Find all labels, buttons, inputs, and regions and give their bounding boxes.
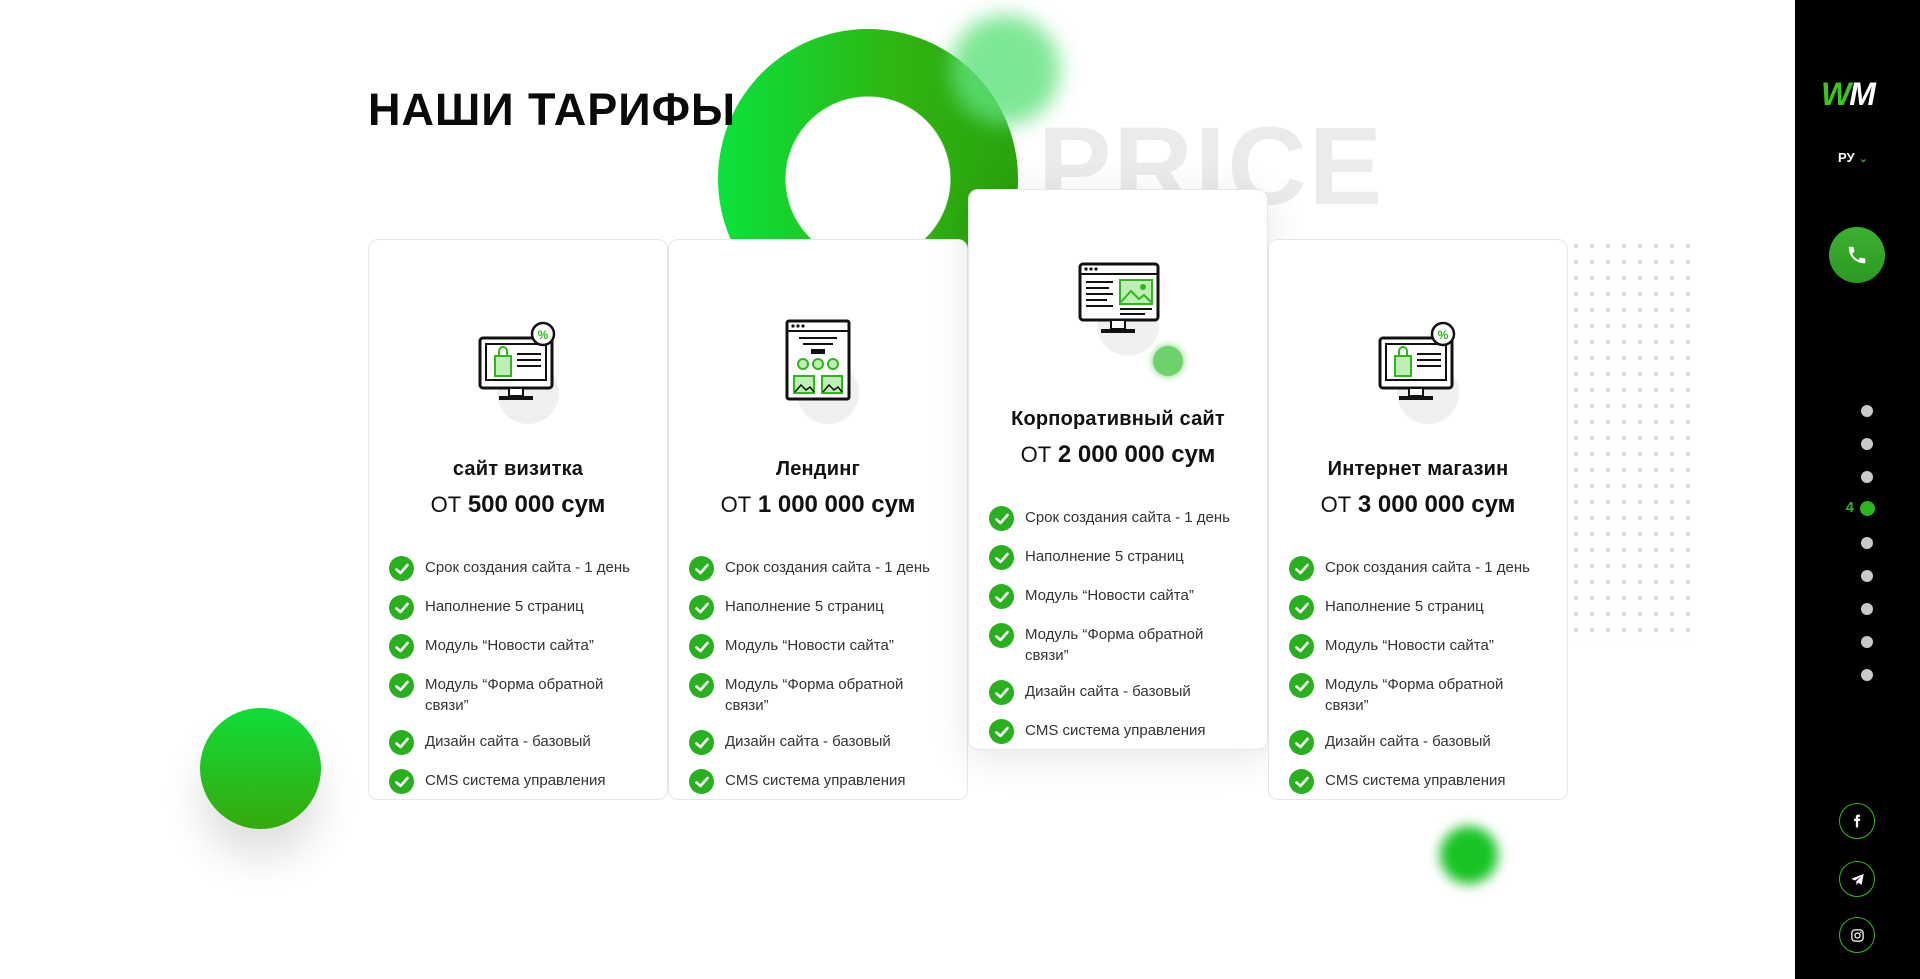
pager-dot-9[interactable]: [1861, 669, 1873, 681]
check-icon: [1289, 556, 1314, 581]
tariff-name: сайт визитка: [452, 458, 584, 480]
feature-item: CMS система управления: [989, 719, 1247, 744]
shop-monitor-icon: %: [1373, 318, 1463, 428]
check-icon: [1289, 769, 1314, 794]
tariff-price: ОТ 2 000 000 сум: [1020, 441, 1216, 468]
feature-item: Модуль “Форма обратной связи”: [989, 623, 1247, 666]
check-icon: [389, 634, 414, 659]
check-icon: [689, 769, 714, 794]
glow-dot-decoration: [1153, 346, 1183, 376]
feature-item: Модуль “Новости сайта”: [389, 634, 647, 659]
feature-list: Срок создания сайта - 1 день Наполнение …: [989, 506, 1247, 744]
check-icon: [689, 556, 714, 581]
check-icon: [1289, 730, 1314, 755]
feature-item: CMS система управления: [1289, 769, 1547, 794]
feature-item: Дизайн сайта - базовый: [389, 730, 647, 755]
feature-item: Срок создания сайта - 1 день: [389, 556, 647, 581]
landing-page-icon: [773, 318, 863, 428]
language-switcher[interactable]: РУ ⌄: [1838, 150, 1868, 165]
shop-monitor-icon: %: [473, 318, 563, 428]
feature-item: Модуль “Форма обратной связи”: [1289, 673, 1547, 716]
tariff-name: Лендинг: [775, 458, 861, 480]
pager-dot-8[interactable]: [1861, 636, 1873, 648]
chevron-down-icon: ⌄: [1858, 153, 1868, 165]
feature-item: Модуль “Новости сайта”: [1289, 634, 1547, 659]
pager-active-number: 4: [1845, 499, 1854, 516]
page-title: НАШИ ТАРИФЫ: [368, 84, 737, 135]
feature-item: Модуль “Форма обратной связи”: [689, 673, 947, 716]
check-icon: [389, 673, 414, 698]
pager-dot-3[interactable]: [1861, 471, 1873, 483]
right-sidebar: WM РУ ⌄ 4: [1795, 0, 1920, 979]
check-icon: [689, 634, 714, 659]
tariff-card-online-store: % Интернет магазин ОТ 3 000 000 сум Срок…: [1268, 239, 1568, 800]
tariff-card-landing: Лендинг ОТ 1 000 000 сум Срок создания с…: [668, 239, 968, 800]
pager-dot-1[interactable]: [1861, 405, 1873, 417]
feature-item: Дизайн сайта - базовый: [689, 730, 947, 755]
check-icon: [389, 730, 414, 755]
feature-list: Срок создания сайта - 1 день Наполнение …: [1289, 556, 1547, 794]
tariff-card-business-card: % сайт визитка ОТ 500 000 сум Срок созда…: [368, 239, 668, 800]
feature-item: CMS система управления: [689, 769, 947, 794]
tariff-name: Интернет магазин: [1327, 458, 1509, 480]
check-icon: [1289, 634, 1314, 659]
check-icon: [689, 673, 714, 698]
check-icon: [689, 730, 714, 755]
feature-item: Модуль “Форма обратной связи”: [389, 673, 647, 716]
pricing-section: PRICE НАШИ ТАРИФЫ % сайт визитка ОТ 500 …: [0, 0, 1920, 979]
check-icon: [989, 545, 1014, 570]
feature-item: CMS система управления: [389, 769, 647, 794]
check-icon: [989, 584, 1014, 609]
telegram-link[interactable]: [1839, 861, 1875, 897]
tariff-card-corporate: Корпоративный сайт ОТ 2 000 000 сум Срок…: [968, 189, 1268, 750]
check-icon: [989, 719, 1014, 744]
check-icon: [989, 623, 1014, 648]
feature-item: Наполнение 5 страниц: [689, 595, 947, 620]
facebook-icon: [1854, 814, 1861, 828]
tariff-price: ОТ 500 000 сум: [430, 491, 606, 518]
feature-item: Модуль “Новости сайта”: [989, 584, 1247, 609]
pager-dot-6[interactable]: [1861, 570, 1873, 582]
feature-item: Наполнение 5 страниц: [389, 595, 647, 620]
check-icon: [989, 506, 1014, 531]
check-icon: [1289, 595, 1314, 620]
instagram-link[interactable]: [1839, 917, 1875, 953]
dot-grid-decoration: [1568, 238, 1696, 644]
pager-dot-7[interactable]: [1861, 603, 1873, 615]
tariff-price: ОТ 1 000 000 сум: [720, 491, 916, 518]
phone-icon: [1848, 246, 1866, 264]
check-icon: [989, 680, 1014, 705]
phone-call-button[interactable]: [1829, 227, 1885, 283]
check-icon: [389, 595, 414, 620]
feature-item: Срок создания сайта - 1 день: [989, 506, 1247, 531]
blurred-dot-decoration: [1440, 826, 1498, 884]
feature-list: Срок создания сайта - 1 день Наполнение …: [689, 556, 947, 794]
check-icon: [389, 769, 414, 794]
feature-item: Дизайн сайта - базовый: [989, 680, 1247, 705]
tariff-name: Корпоративный сайт: [1011, 408, 1225, 430]
feature-item: Наполнение 5 страниц: [1289, 595, 1547, 620]
brand-logo[interactable]: WM: [1821, 76, 1876, 113]
feature-item: Модуль “Новости сайта”: [689, 634, 947, 659]
check-icon: [389, 556, 414, 581]
feature-item: Срок создания сайта - 1 день: [689, 556, 947, 581]
check-icon: [1289, 673, 1314, 698]
pager-dot-2[interactable]: [1861, 438, 1873, 450]
pager-dot-5[interactable]: [1861, 537, 1873, 549]
telegram-icon: [1850, 873, 1864, 885]
tariff-price: ОТ 3 000 000 сум: [1320, 491, 1516, 518]
facebook-link[interactable]: [1839, 803, 1875, 839]
feature-item: Наполнение 5 страниц: [989, 545, 1247, 570]
feature-item: Дизайн сайта - базовый: [1289, 730, 1547, 755]
svg-text:%: %: [1438, 328, 1449, 342]
feature-item: Срок создания сайта - 1 день: [1289, 556, 1547, 581]
green-ball-decoration: [200, 708, 321, 829]
feature-list: Срок создания сайта - 1 день Наполнение …: [389, 556, 647, 794]
language-label: РУ: [1838, 150, 1855, 165]
instagram-icon: [1850, 928, 1864, 942]
svg-text:%: %: [538, 328, 549, 342]
check-icon: [689, 595, 714, 620]
pager-dot-4-active[interactable]: [1860, 501, 1875, 516]
corporate-monitor-icon: [1073, 262, 1183, 378]
